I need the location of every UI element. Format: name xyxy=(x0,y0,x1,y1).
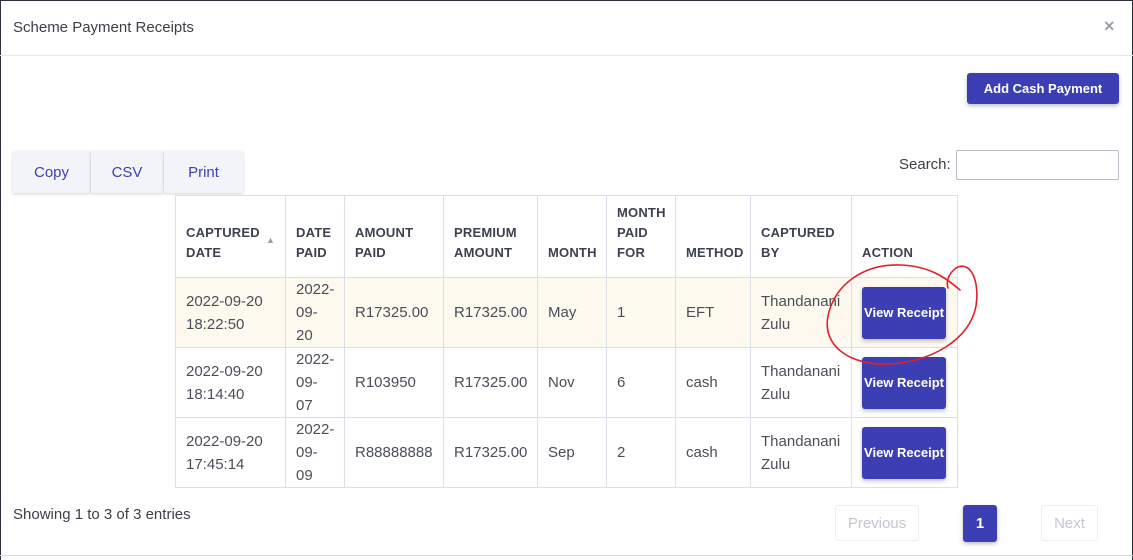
cell-date-paid: 2022-09-09 xyxy=(285,417,345,488)
cell-captured-date: 2022-09-20 18:14:40 xyxy=(175,347,286,418)
header-action[interactable]: ACTION xyxy=(851,195,958,278)
csv-button[interactable]: CSV xyxy=(91,151,163,193)
modal-header: Scheme Payment Receipts × xyxy=(0,0,1133,56)
cell-date-paid: 2022-09-20 xyxy=(285,277,345,348)
header-captured-date[interactable]: CAPTURED DATE ▲ xyxy=(175,195,286,278)
view-receipt-button[interactable]: View Receipt xyxy=(862,286,946,339)
cell-amount-paid: R17325.00 xyxy=(344,277,444,348)
modal-title: Scheme Payment Receipts xyxy=(13,19,194,36)
view-receipt-button[interactable]: View Receipt xyxy=(862,356,946,409)
header-method[interactable]: METHOD xyxy=(675,195,751,278)
modal-bottom-border xyxy=(0,555,1133,556)
search-label: Search: xyxy=(899,156,951,173)
cell-method: cash xyxy=(675,417,751,488)
header-month-paid-for[interactable]: MONTH PAID FOR xyxy=(606,195,676,278)
previous-page-button[interactable]: Previous xyxy=(835,505,919,541)
cell-month-paid-for: 6 xyxy=(606,347,676,418)
copy-button[interactable]: Copy xyxy=(13,151,90,193)
cell-month: May xyxy=(537,277,607,348)
cell-date-paid: 2022-09-07 xyxy=(285,347,345,418)
cell-captured-date: 2022-09-20 17:45:14 xyxy=(175,417,286,488)
cell-captured-by: Thandanani Zulu xyxy=(750,347,852,418)
view-receipt-button[interactable]: View Receipt xyxy=(862,426,946,479)
header-month[interactable]: MONTH xyxy=(537,195,607,278)
table-row: 2022-09-20 18:14:40 2022-09-07 R103950 R… xyxy=(175,347,958,418)
close-icon[interactable]: × xyxy=(1104,16,1115,37)
sort-asc-icon: ▲ xyxy=(266,235,276,245)
cell-premium-amount: R17325.00 xyxy=(443,417,538,488)
table-row: 2022-09-20 18:22:50 2022-09-20 R17325.00… xyxy=(175,277,958,348)
page-1-button[interactable]: 1 xyxy=(963,505,997,542)
table-header-row: CAPTURED DATE ▲ DATE PAID AMOUNT PAID PR… xyxy=(175,195,958,278)
header-date-paid[interactable]: DATE PAID xyxy=(285,195,345,278)
cell-amount-paid: R103950 xyxy=(344,347,444,418)
cell-month: Nov xyxy=(537,347,607,418)
cell-premium-amount: R17325.00 xyxy=(443,277,538,348)
cell-method: EFT xyxy=(675,277,751,348)
header-amount-paid[interactable]: AMOUNT PAID xyxy=(344,195,444,278)
next-page-button[interactable]: Next xyxy=(1041,505,1098,541)
cell-captured-by: Thandanani Zulu xyxy=(750,417,852,488)
cell-action: View Receipt xyxy=(851,277,958,348)
export-buttons: Copy CSV Print xyxy=(13,151,243,193)
cell-month-paid-for: 1 xyxy=(606,277,676,348)
cell-amount-paid: R88888888 xyxy=(344,417,444,488)
cell-captured-by: Thandanani Zulu xyxy=(750,277,852,348)
header-premium-amount[interactable]: PREMIUM AMOUNT xyxy=(443,195,538,278)
table-row: 2022-09-20 17:45:14 2022-09-09 R88888888… xyxy=(175,417,958,488)
cell-captured-date: 2022-09-20 18:22:50 xyxy=(175,277,286,348)
search-input[interactable] xyxy=(956,150,1119,180)
cell-action: View Receipt xyxy=(851,347,958,418)
receipts-table: CAPTURED DATE ▲ DATE PAID AMOUNT PAID PR… xyxy=(175,195,958,488)
header-captured-by[interactable]: CAPTURED BY xyxy=(750,195,852,278)
print-button[interactable]: Print xyxy=(164,151,243,193)
cell-action: View Receipt xyxy=(851,417,958,488)
cell-month: Sep xyxy=(537,417,607,488)
table-info: Showing 1 to 3 of 3 entries xyxy=(13,506,191,523)
add-cash-payment-button[interactable]: Add Cash Payment xyxy=(967,73,1119,104)
header-captured-date-label: CAPTURED DATE xyxy=(186,225,260,260)
cell-month-paid-for: 2 xyxy=(606,417,676,488)
cell-method: cash xyxy=(675,347,751,418)
cell-premium-amount: R17325.00 xyxy=(443,347,538,418)
